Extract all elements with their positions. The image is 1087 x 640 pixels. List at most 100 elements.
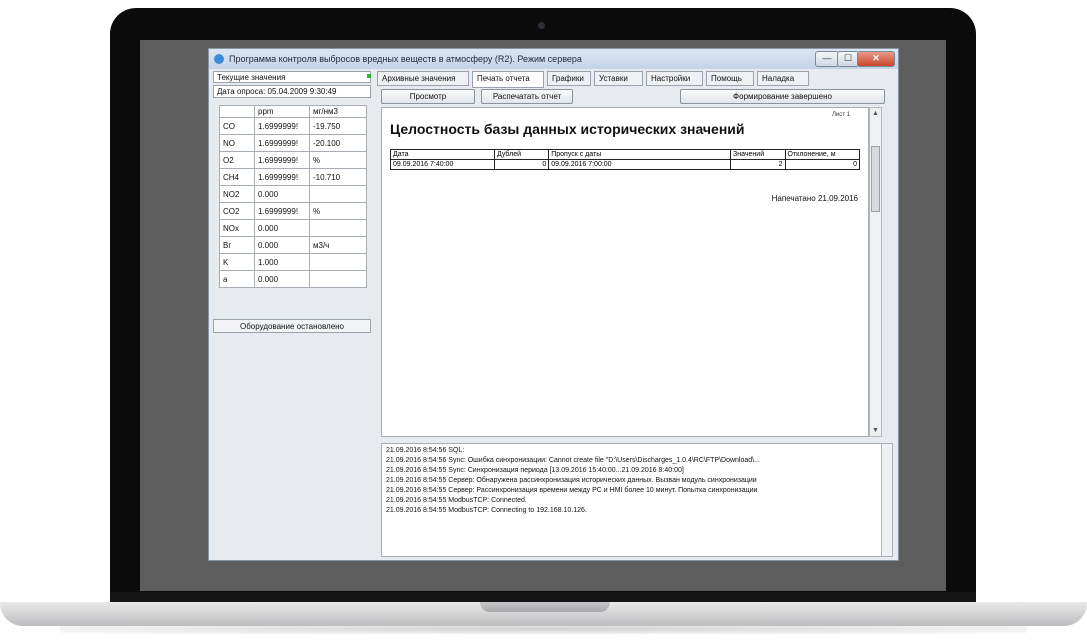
minimize-button[interactable]: —	[815, 51, 839, 67]
log-line: 21.09.2016 8:54:55 Sync: Синхронизация п…	[386, 467, 684, 474]
cell-values: 2	[730, 159, 786, 170]
current-values-panel: Текущие значения Дата опроса: 05.04.2009…	[213, 71, 371, 541]
column-header: Пропуск с даты	[548, 149, 732, 160]
cell-gap-from: 09.09.2016 7:00:00	[548, 159, 732, 170]
report-header-row: Дата Дублей Пропуск с даты Значений Откл…	[390, 149, 861, 160]
close-button[interactable]: ✕	[857, 51, 895, 67]
value-mg: %	[309, 151, 367, 169]
report-preview[interactable]: Лист 1 Целостность базы данных историчес…	[381, 107, 869, 437]
value-mg: %	[309, 202, 367, 220]
report-status-field: Формирование завершено	[680, 89, 885, 104]
log-line: 21.09.2016 8:54:55 ModbusTCP: Connected.	[386, 497, 527, 504]
cell-duplicates: 0	[493, 159, 550, 170]
tab-help[interactable]: Помощь	[706, 71, 754, 86]
column-header: Отклонение, м	[784, 149, 861, 160]
value-ppm: 0.000	[254, 236, 310, 254]
table-row: K 1.000	[219, 253, 367, 271]
log-line: 21.09.2016 8:54:55 Сервер: Рассинхрониза…	[386, 487, 758, 494]
scroll-thumb[interactable]	[871, 146, 880, 212]
report-table: Дата Дублей Пропуск с даты Значений Откл…	[390, 149, 861, 170]
log-line: 21.09.2016 8:54:55 Сервер: Обнаружена ра…	[386, 477, 757, 484]
app-window: Программа контроля выбросов вредных веще…	[208, 48, 899, 561]
param-name: NOx	[219, 219, 255, 237]
window-title: Программа контроля выбросов вредных веще…	[229, 54, 582, 64]
tab-tuning[interactable]: Наладка	[757, 71, 809, 86]
table-row: O2 1.6999999!%	[219, 151, 367, 169]
column-header: мг/нм3	[309, 105, 367, 118]
equipment-status: Оборудование остановлено	[213, 319, 371, 333]
value-ppm: 1.6999999!	[254, 151, 310, 169]
column-header: ppm	[254, 105, 310, 118]
table-row: CO 1.6999999! -19.750	[219, 117, 367, 135]
current-values-table: ppm мг/нм3 CO 1.6999999! -19.750 NO 1.69999…	[219, 105, 367, 288]
table-row: Вг 0.000 м3/ч	[219, 236, 367, 254]
value-ppm: 0.000	[254, 219, 310, 237]
tab-graphs[interactable]: Графики	[547, 71, 591, 86]
value-mg: -19.750	[309, 117, 367, 135]
value-mg	[309, 253, 367, 271]
value-ppm: 1.6999999!	[254, 134, 310, 152]
print-report-button[interactable]: Распечатать отчет	[481, 89, 573, 104]
tab-archive-values[interactable]: Архивные значения	[377, 71, 469, 86]
value-mg	[309, 219, 367, 237]
value-ppm: 0.000	[254, 185, 310, 203]
maximize-button[interactable]: ☐	[837, 51, 859, 67]
cell-deviation: 0	[784, 159, 861, 170]
column-header: Дата	[390, 149, 495, 160]
log-line: 21.09.2016 8:54:55 ModbusTCP: Connecting…	[386, 507, 587, 514]
column-header	[219, 105, 255, 118]
param-name: K	[219, 253, 255, 271]
log-line: 21.09.2016 8:54:56 SQL:	[386, 447, 465, 454]
table-row: NO2 0.000	[219, 185, 367, 203]
value-mg	[309, 185, 367, 203]
report-title: Целостность базы данных исторических зна…	[390, 121, 745, 137]
param-name: O2	[219, 151, 255, 169]
table-row: 09.09.2016 7:40:00 0 09.09.2016 7:00:00 …	[390, 159, 861, 170]
app-icon	[214, 54, 224, 64]
current-values-header: Текущие значения	[213, 71, 371, 83]
table-row: NOx 0.000	[219, 219, 367, 237]
webcam-icon	[538, 22, 545, 29]
event-log[interactable]: 21.09.2016 8:54:56 SQL: 21.09.2016 8:54:…	[381, 443, 893, 557]
main-panel: Архивные значения Печать отчета Графики …	[377, 71, 896, 559]
param-name: a	[219, 270, 255, 288]
table-row: a 0.000	[219, 270, 367, 288]
param-name: NO	[219, 134, 255, 152]
poll-date: Дата опроса: 05.04.2009 9:30:49	[213, 85, 371, 98]
title-bar[interactable]: Программа контроля выбросов вредных веще…	[209, 49, 898, 69]
page-number: Лист 1	[831, 112, 850, 118]
tab-print-report[interactable]: Печать отчета	[472, 71, 544, 88]
param-name: NO2	[219, 185, 255, 203]
scroll-up-icon[interactable]: ▲	[870, 108, 881, 119]
tab-setpoints[interactable]: Уставки	[594, 71, 643, 86]
laptop-screen: Программа контроля выбросов вредных веще…	[140, 40, 946, 591]
value-mg: м3/ч	[309, 236, 367, 254]
value-mg: -10.710	[309, 168, 367, 186]
table-row: CO2 1.6999999!%	[219, 202, 367, 220]
value-ppm: 1.6999999!	[254, 168, 310, 186]
table-row: CH4 1.6999999! -10.710	[219, 168, 367, 186]
log-line: 21.09.2016 8:54:56 Sync: Ошибка синхрони…	[386, 457, 760, 464]
tab-settings[interactable]: Настройки	[646, 71, 703, 86]
param-name: CO	[219, 117, 255, 135]
value-ppm: 0.000	[254, 270, 310, 288]
value-ppm: 1.6999999!	[254, 117, 310, 135]
param-name: CO2	[219, 202, 255, 220]
value-mg: -20.100	[309, 134, 367, 152]
log-scrollbar[interactable]	[881, 444, 892, 556]
laptop-opening-notch	[480, 602, 610, 612]
connection-indicator-icon	[367, 74, 371, 78]
preview-button[interactable]: Просмотр	[381, 89, 475, 104]
scroll-down-icon[interactable]: ▼	[870, 425, 881, 436]
value-ppm: 1.6999999!	[254, 202, 310, 220]
column-header: Значений	[730, 149, 786, 160]
param-name: Вг	[219, 236, 255, 254]
cell-date: 09.09.2016 7:40:00	[390, 159, 495, 170]
table-row: NO 1.6999999! -20.100	[219, 134, 367, 152]
report-scrollbar[interactable]: ▲ ▼	[869, 107, 882, 437]
value-mg	[309, 270, 367, 288]
printed-date: Напечатано 21.09.2016	[771, 194, 858, 203]
param-name: CH4	[219, 168, 255, 186]
column-header: Дублей	[493, 149, 550, 160]
value-ppm: 1.000	[254, 253, 310, 271]
